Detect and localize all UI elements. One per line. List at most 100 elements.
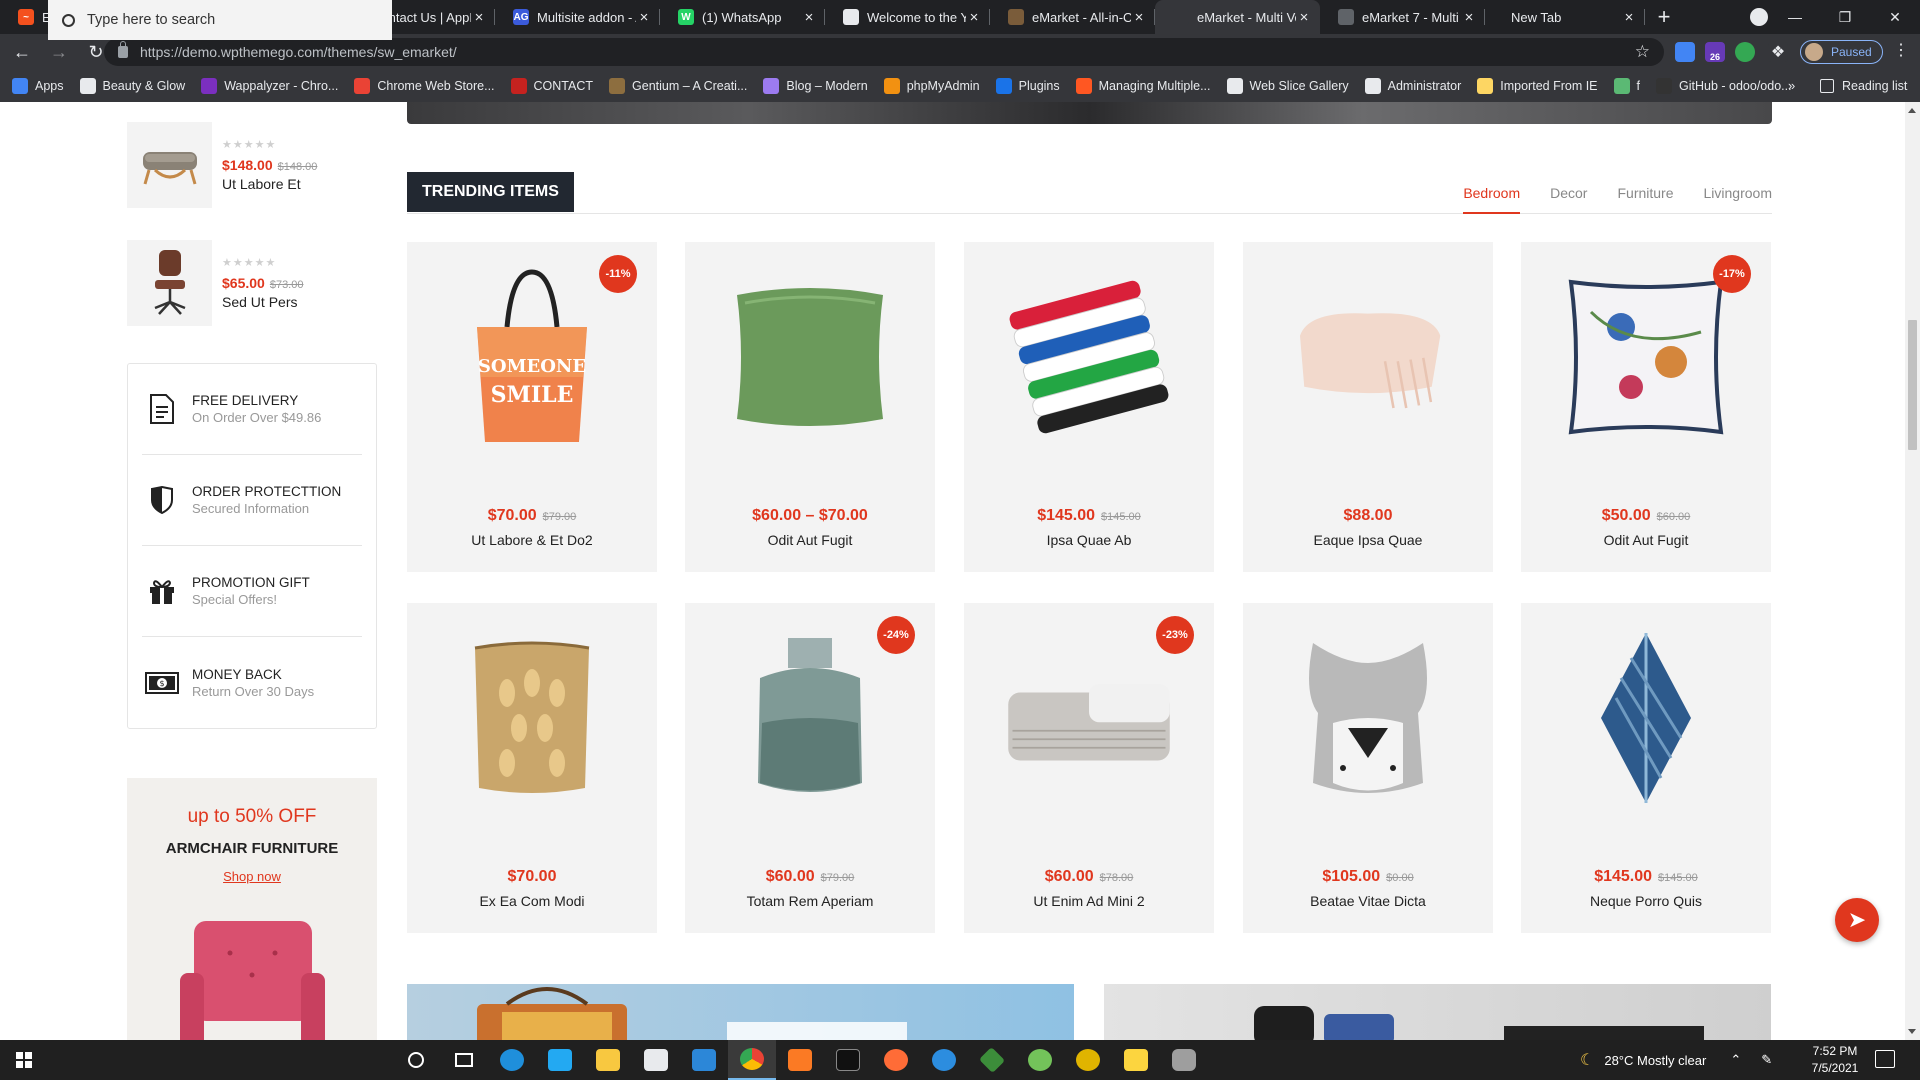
bookmark-item[interactable]: Chrome Web Store... <box>354 78 495 94</box>
bookmark-item[interactable]: Gentium – A Creati... <box>609 78 747 94</box>
product-name[interactable]: Totam Rem Aperiam <box>685 893 935 909</box>
windows-start-icon[interactable] <box>0 1040 48 1080</box>
sidebar-product[interactable]: ★★★★★ $148.00 $148.00 Ut Labore Et <box>127 122 377 208</box>
scroll-down-icon[interactable] <box>1908 1029 1916 1034</box>
scroll-to-top-button[interactable]: ➤ <box>1835 898 1879 942</box>
bookmark-item[interactable]: Apps <box>12 78 64 94</box>
sticky-notes-icon[interactable] <box>1112 1040 1160 1080</box>
product-card[interactable]: -17% $50.00 $60.00 Odit Aut Fugit <box>1521 242 1771 572</box>
file-explorer-icon[interactable] <box>584 1040 632 1080</box>
tab-search-icon[interactable] <box>1750 8 1768 26</box>
notifications-icon[interactable] <box>1875 1050 1895 1068</box>
shop-now-link[interactable]: Shop now <box>223 869 281 884</box>
promo-banner[interactable]: up to 50% OFF ARMCHAIR FURNITURE Shop no… <box>127 778 377 1040</box>
xampp-icon[interactable] <box>776 1040 824 1080</box>
product-name[interactable]: Beatae Vitae Dicta <box>1243 893 1493 909</box>
scrollbar-thumb[interactable] <box>1908 320 1917 450</box>
terminal-icon[interactable] <box>824 1040 872 1080</box>
product-image[interactable] <box>1283 628 1453 808</box>
product-image[interactable] <box>1004 267 1174 447</box>
product-card[interactable]: $70.00 Ex Ea Com Modi <box>407 603 657 933</box>
close-window-icon[interactable]: ✕ <box>1870 0 1920 34</box>
product-image[interactable] <box>725 628 895 808</box>
extensions-puzzle-icon[interactable]: ❖ <box>1768 42 1788 62</box>
product-image[interactable]: SOMEONE SMILE <box>447 267 617 447</box>
product-name[interactable]: Ut Labore Et <box>222 176 317 192</box>
product-card[interactable]: -23% $60.00 $78.00 Ut Enim Ad Mini 2 <box>964 603 1214 933</box>
product-image[interactable] <box>1283 267 1453 447</box>
product-card[interactable]: $145.00 $145.00 Neque Porro Quis <box>1521 603 1771 933</box>
tab-close-icon[interactable]: × <box>1296 9 1312 26</box>
product-image[interactable] <box>1004 628 1174 808</box>
product-name[interactable]: Ut Enim Ad Mini 2 <box>964 893 1214 909</box>
product-card[interactable]: $145.00 $145.00 Ipsa Quae Ab <box>964 242 1214 572</box>
product-card[interactable]: $105.00 $0.00 Beatae Vitae Dicta <box>1243 603 1493 933</box>
product-name[interactable]: Neque Porro Quis <box>1521 893 1771 909</box>
product-card[interactable]: $88.00 Eaque Ipsa Quae <box>1243 242 1493 572</box>
browser-tab[interactable]: Welcome to the Yo × <box>825 0 990 34</box>
product-name[interactable]: Odit Aut Fugit <box>1521 532 1771 548</box>
bookmark-item[interactable]: Web Slice Gallery <box>1226 78 1349 94</box>
address-bar[interactable]: https://demo.wpthemego.com/themes/sw_ema… <box>104 38 1664 66</box>
forward-icon[interactable]: → <box>44 37 74 67</box>
tab-close-icon[interactable]: × <box>636 9 652 26</box>
product-card[interactable]: SOMEONE SMILE -11% $70.00 $79.00 Ut Labore & … <box>407 242 657 572</box>
bookmark-item[interactable]: Plugins <box>995 78 1060 94</box>
bookmark-item[interactable]: f <box>1613 78 1640 94</box>
product-card[interactable]: $60.00 – $70.00 Odit Aut Fugit <box>685 242 935 572</box>
restore-icon[interactable]: ❐ <box>1820 0 1870 34</box>
store-icon[interactable] <box>632 1040 680 1080</box>
chrome-menu-icon[interactable]: ⋮ <box>1893 40 1909 60</box>
bookmark-item[interactable]: Wappalyzer - Chro... <box>201 78 338 94</box>
product-image[interactable] <box>1561 628 1731 808</box>
wamp-icon[interactable] <box>1064 1040 1112 1080</box>
git-icon[interactable] <box>968 1040 1016 1080</box>
minimize-icon[interactable]: — <box>1770 0 1820 34</box>
bookmark-item[interactable]: Blog – Modern <box>763 78 868 94</box>
promo-banner-right[interactable] <box>1104 984 1771 1040</box>
browser-tab[interactable]: New Tab × <box>1485 0 1645 34</box>
cortana-icon[interactable] <box>392 1040 440 1080</box>
bookmark-item[interactable]: Beauty & Glow <box>79 78 185 94</box>
product-name[interactable]: Sed Ut Pers <box>222 294 303 310</box>
browser-tab[interactable]: W (1) WhatsApp × <box>660 0 825 34</box>
tab-close-icon[interactable]: × <box>966 9 982 26</box>
bookmark-item[interactable]: phpMyAdmin <box>883 78 980 94</box>
scroll-up-icon[interactable] <box>1908 108 1916 113</box>
taskbar-clock[interactable]: 7:52 PM 7/5/2021 <box>1800 1043 1870 1077</box>
filezilla-icon[interactable] <box>920 1040 968 1080</box>
tab-livingroom[interactable]: Livingroom <box>1704 172 1772 214</box>
mail-icon[interactable] <box>680 1040 728 1080</box>
product-name[interactable]: Eaque Ipsa Quae <box>1243 532 1493 548</box>
lock-icon[interactable] <box>118 41 128 58</box>
page-scrollbar[interactable] <box>1905 102 1920 1040</box>
translate-extension-icon[interactable] <box>1675 42 1695 62</box>
product-card[interactable]: -24% $60.00 $79.00 Totam Rem Aperiam <box>685 603 935 933</box>
product-name[interactable]: Ipsa Quae Ab <box>964 532 1214 548</box>
database-icon[interactable] <box>1160 1040 1208 1080</box>
app-icon[interactable] <box>1016 1040 1064 1080</box>
product-thumbnail[interactable] <box>127 240 212 326</box>
browser-tab[interactable]: AG Multisite addon - A × <box>495 0 660 34</box>
bookmark-item[interactable]: Managing Multiple... <box>1075 78 1211 94</box>
chrome-icon[interactable] <box>728 1040 776 1080</box>
new-tab-icon[interactable]: + <box>1645 0 1683 34</box>
promo-banner-left[interactable] <box>407 984 1074 1040</box>
url-text[interactable]: https://demo.wpthemego.com/themes/sw_ema… <box>140 44 1635 60</box>
bookmark-item[interactable]: Imported From IE <box>1477 78 1598 94</box>
tab-close-icon[interactable]: × <box>801 9 817 26</box>
edge-icon[interactable] <box>488 1040 536 1080</box>
bookmark-item[interactable]: GitHub - odoo/odo... <box>1656 78 1792 94</box>
product-image[interactable] <box>1561 267 1731 447</box>
taskbar-search-input[interactable]: Type here to search <box>48 0 392 40</box>
back-icon[interactable]: ← <box>7 37 37 67</box>
extension-icon[interactable]: 26 <box>1705 42 1725 62</box>
browser-tab[interactable]: eMarket 7 - Multi V × <box>1320 0 1485 34</box>
bookmarks-overflow-icon[interactable]: » <box>1788 78 1795 93</box>
tab-close-icon[interactable]: × <box>1131 9 1147 26</box>
weather-text[interactable]: 28°C Mostly clear <box>1604 1053 1706 1068</box>
product-name[interactable]: Odit Aut Fugit <box>685 532 935 548</box>
product-image[interactable] <box>725 267 895 447</box>
sidebar-product[interactable]: ★★★★★ $65.00 $73.00 Sed Ut Pers <box>127 240 377 326</box>
task-view-icon[interactable] <box>440 1040 488 1080</box>
